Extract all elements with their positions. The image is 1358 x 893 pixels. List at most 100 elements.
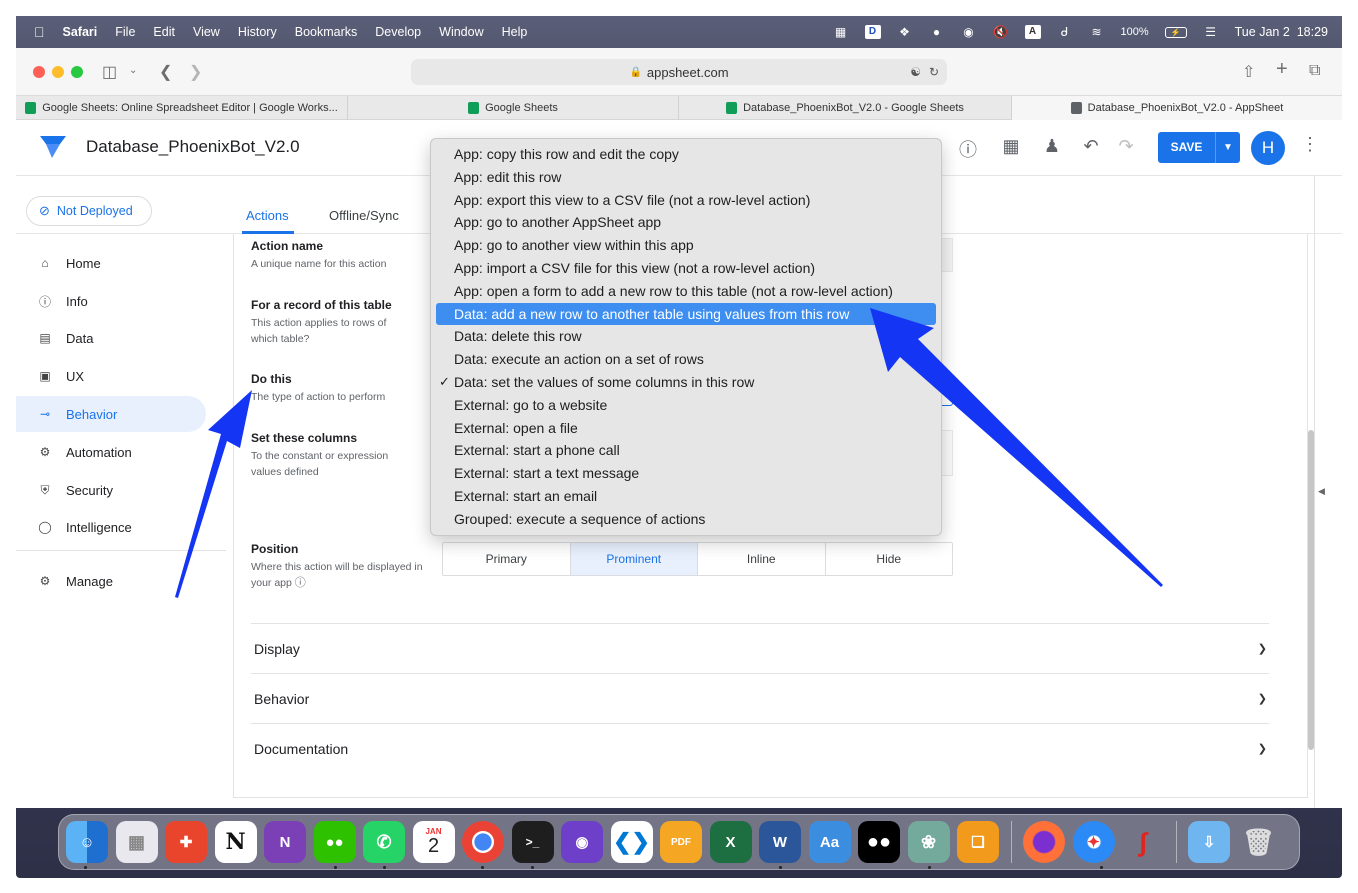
dropdown-option[interactable]: App: edit this row xyxy=(431,166,941,189)
dropdown-option[interactable]: App: copy this row and edit the copy xyxy=(431,143,941,166)
section-display[interactable]: Display ❯ xyxy=(251,623,1269,673)
safari-icon[interactable]: ✦ xyxy=(1072,821,1115,863)
sidebar-item-ux[interactable]: ▣ UX xyxy=(16,358,206,394)
excel-icon[interactable]: X xyxy=(709,821,752,863)
action-name-input[interactable] xyxy=(941,238,953,272)
screen-capture-icon[interactable]: ∫ xyxy=(1122,821,1164,863)
xmind-icon[interactable]: ✚ xyxy=(165,821,207,863)
sidebar-item-automation[interactable]: ⚙ Automation xyxy=(16,434,206,470)
dropdown-option[interactable]: External: start a text message xyxy=(431,462,941,485)
tab-database-appsheet[interactable]: Database_PhoenixBot_V2.0 - AppSheet xyxy=(1012,96,1342,120)
downloads-icon[interactable]: ⇩ xyxy=(1188,821,1230,863)
tab-database-sheets[interactable]: Database_PhoenixBot_V2.0 - Google Sheets xyxy=(679,96,1012,120)
translate-icon[interactable]: ☯ xyxy=(910,65,921,79)
dropdown-option-highlighted[interactable]: Data: add a new row to another table usi… xyxy=(436,302,936,326)
dictionary-icon[interactable]: Aa xyxy=(808,821,851,863)
bluetooth-icon[interactable]: ᑯ xyxy=(1057,25,1073,39)
dropdown-option-selected[interactable]: ✓ Data: set the values of some columns i… xyxy=(431,371,941,394)
wechat-icon[interactable]: ●● xyxy=(313,821,356,863)
battery-icon[interactable]: ⚡ xyxy=(1164,26,1187,38)
help-icon[interactable]: ⓘ xyxy=(957,136,979,162)
menu-develop[interactable]: Develop xyxy=(375,25,421,39)
menu-window[interactable]: Window xyxy=(439,25,483,39)
address-bar[interactable]: 🔒 appsheet.com ☯ ↻ xyxy=(411,59,947,85)
menu-file[interactable]: File xyxy=(115,25,135,39)
sidebar-item-home[interactable]: ⌂ Home xyxy=(16,245,206,281)
save-button[interactable]: SAVE ▼ xyxy=(1158,132,1240,163)
appsheet-logo-icon[interactable] xyxy=(38,134,68,160)
finder-icon[interactable]: ☺ xyxy=(66,821,108,863)
chevron-down-icon[interactable]: ⌄ xyxy=(129,65,137,76)
sidebar-toggle-icon[interactable]: ◫ xyxy=(102,62,117,82)
do-this-select[interactable] xyxy=(941,382,953,406)
dropdown-option[interactable]: App: go to another AppSheet app xyxy=(431,211,941,234)
tab-offline-sync[interactable]: Offline/Sync xyxy=(329,208,399,223)
pdf-expert-icon[interactable]: PDF xyxy=(660,821,702,863)
save-options-chevron-icon[interactable]: ▼ xyxy=(1216,142,1240,153)
menu-history[interactable]: History xyxy=(238,25,277,39)
pages-icon[interactable]: ❏ xyxy=(957,821,999,863)
dropdown-option[interactable]: Grouped: execute a sequence of actions xyxy=(431,508,941,531)
dropdown-option[interactable]: External: go to a website xyxy=(431,394,941,417)
dropdown-option[interactable]: Data: delete this row xyxy=(431,325,941,348)
firefox-icon[interactable] xyxy=(1023,821,1065,863)
close-window-button[interactable] xyxy=(33,66,45,78)
sidebar-item-info[interactable]: ⓘ Info xyxy=(16,283,206,319)
position-primary-option[interactable]: Primary xyxy=(443,543,571,575)
input-source-icon[interactable]: A xyxy=(1024,25,1041,39)
whatsapp-icon[interactable]: ✆ xyxy=(363,821,405,863)
dropdown-option[interactable]: App: import a CSV file for this view (no… xyxy=(431,257,941,280)
deploy-status-chip[interactable]: ⊘ Not Deployed xyxy=(26,196,152,226)
dropdown-option[interactable]: App: open a form to add a new row to thi… xyxy=(431,280,941,303)
vscode-icon[interactable]: ❮❯ xyxy=(610,821,653,863)
grammarly-icon[interactable]: ◉ xyxy=(961,25,977,39)
info-icon[interactable]: ⓘ xyxy=(295,577,306,589)
tab-overview-icon[interactable]: ⧉ xyxy=(1309,62,1320,80)
dropdown-option[interactable]: Data: execute an action on a set of rows xyxy=(431,348,941,371)
menu-edit[interactable]: Edit xyxy=(153,25,175,39)
mute-icon[interactable]: 🔇 xyxy=(993,25,1009,39)
calendar-icon[interactable]: JAN 2 xyxy=(412,821,455,863)
sidebar-item-data[interactable]: ▤ Data xyxy=(16,320,206,356)
section-documentation[interactable]: Documentation ❯ xyxy=(251,723,1269,773)
medium-icon[interactable]: ●● xyxy=(858,821,900,863)
sidebar-item-manage[interactable]: ⚙ Manage xyxy=(16,563,206,599)
section-behavior[interactable]: Behavior ❯ xyxy=(251,673,1269,723)
app-menu[interactable]: Safari xyxy=(63,25,98,39)
photos-icon[interactable]: ▦ xyxy=(833,25,849,39)
wifi-icon[interactable]: ≋ xyxy=(1089,25,1105,39)
minimize-window-button[interactable] xyxy=(52,66,64,78)
onenote-icon[interactable]: N xyxy=(264,821,306,863)
sidebar-item-security[interactable]: ⛨ Security xyxy=(16,472,206,508)
menu-bookmarks[interactable]: Bookmarks xyxy=(295,25,358,39)
control-center-icon[interactable]: ☰ xyxy=(1203,25,1219,39)
more-vert-icon[interactable]: ⋮ xyxy=(1301,134,1319,155)
zoom-window-button[interactable] xyxy=(71,66,83,78)
menu-view[interactable]: View xyxy=(193,25,220,39)
apple-icon[interactable]:  xyxy=(34,24,45,40)
back-icon[interactable]: ❮ xyxy=(159,62,172,82)
menu-help[interactable]: Help xyxy=(502,25,528,39)
clock[interactable]: Tue Jan 2 18:29 xyxy=(1235,25,1328,39)
preview-icon[interactable]: ▦ xyxy=(1000,136,1022,157)
reload-icon[interactable]: ↻ xyxy=(929,65,939,79)
trash-icon[interactable]: 🗑 xyxy=(1238,821,1280,863)
new-tab-icon[interactable]: + xyxy=(1276,58,1288,81)
dropdown-option[interactable]: App: go to another view within this app xyxy=(431,234,941,257)
sidebar-item-behavior[interactable]: ⊸ Behavior xyxy=(16,396,206,432)
notion-icon[interactable]: N xyxy=(214,821,257,863)
wechat-icon[interactable]: ● xyxy=(929,25,945,39)
tab-actions[interactable]: Actions xyxy=(246,208,289,223)
dropdown-option[interactable]: External: open a file xyxy=(431,417,941,440)
redo-icon[interactable]: ↷ xyxy=(1115,136,1137,157)
dropdown-option[interactable]: App: export this view to a CSV file (not… xyxy=(431,189,941,212)
dropdown-option[interactable]: External: start a phone call xyxy=(431,439,941,462)
word-icon[interactable]: W xyxy=(759,821,801,863)
undo-icon[interactable]: ↶ xyxy=(1080,136,1102,157)
tab-google-sheets[interactable]: Google Sheets xyxy=(348,96,679,120)
position-inline-option[interactable]: Inline xyxy=(698,543,826,575)
tab-google-sheets-editor[interactable]: Google Sheets: Online Spreadsheet Editor… xyxy=(16,96,348,120)
chrome-icon[interactable] xyxy=(462,821,504,863)
set-columns-editor[interactable] xyxy=(941,430,953,476)
dashlane-icon[interactable]: D xyxy=(864,25,881,39)
